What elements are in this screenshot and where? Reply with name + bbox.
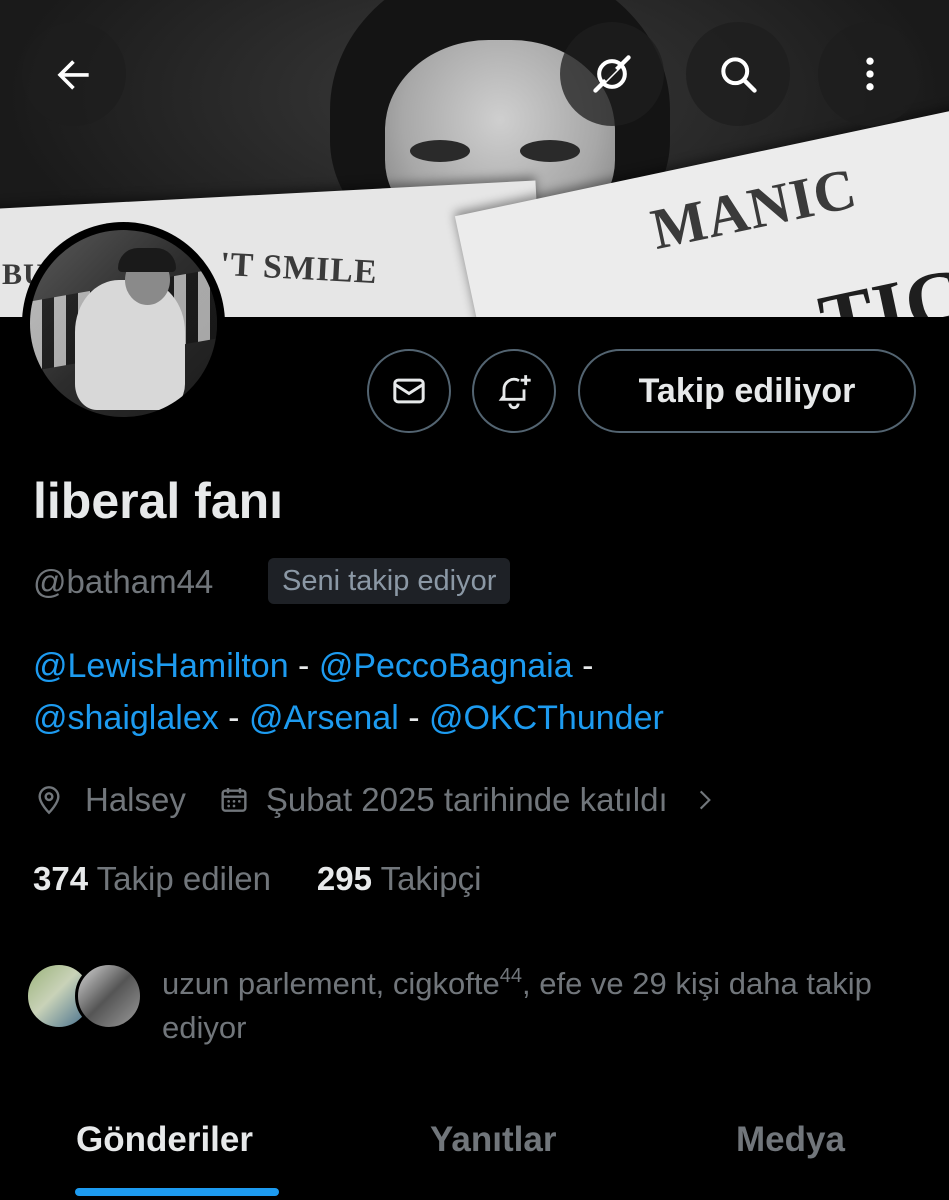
profile-location: Halsey (85, 781, 186, 818)
grok-button[interactable] (560, 22, 664, 126)
known-followers-names: uzun parlement, cigkofte (162, 966, 500, 1001)
search-button[interactable] (686, 22, 790, 126)
profile-meta[interactable]: Halsey Şubat 2025 tarihinde katıldı (33, 778, 718, 822)
bell-plus-icon (498, 375, 531, 410)
more-options-button[interactable] (818, 22, 922, 126)
profile-tabs: Gönderiler Yanıtlar Medya (0, 1100, 949, 1200)
bio-mention-link[interactable]: @OKCThunder (429, 699, 664, 737)
message-button[interactable] (367, 349, 451, 433)
joined-date: Şubat 2025 tarihinde katıldı (265, 781, 668, 818)
follows-you-badge: Seni takip ediyor (268, 558, 511, 604)
bio-mention-link[interactable]: @Arsenal (249, 699, 399, 737)
followers-count-link[interactable]: 295 Takipçi (317, 860, 482, 898)
calendar-icon (221, 788, 247, 812)
name-superscript: 44 (499, 965, 522, 987)
bio-mention-link[interactable]: @PeccoBagnaia (319, 647, 573, 685)
known-followers-text[interactable]: uzun parlement, cigkofte44, efe ve 29 ki… (162, 962, 922, 1050)
display-name: liberal fanı (33, 473, 284, 529)
bio-separator: - (288, 647, 319, 685)
bio-separator: - (572, 647, 594, 685)
profile-bio: @LewisHamilton - @PeccoBagnaia - @shaigl… (33, 640, 913, 744)
notifications-button[interactable] (472, 349, 556, 433)
followers-label: Takipçi (380, 860, 482, 897)
following-count: 374 (33, 860, 89, 897)
known-followers-avatars[interactable] (25, 962, 143, 1030)
tab-replies[interactable]: Yanıtlar (430, 1120, 556, 1160)
active-tab-indicator (75, 1188, 279, 1196)
chevron-right-icon (699, 790, 711, 810)
follow-stats: 374 Takip edilen 295 Takipçi (33, 860, 481, 898)
more-vertical-icon (866, 57, 874, 91)
envelope-icon (393, 378, 425, 404)
following-count-link[interactable]: 374 Takip edilen (33, 860, 271, 898)
location-pin-icon (38, 786, 60, 815)
following-label: Takip edilen (96, 860, 271, 897)
grok-icon (593, 55, 631, 93)
bio-mention-link[interactable]: @LewisHamilton (33, 647, 289, 685)
profile-avatar[interactable] (22, 222, 225, 425)
following-button[interactable]: Takip ediliyor (578, 349, 916, 433)
arrow-left-icon (57, 60, 89, 90)
username-handle: @batham44 (33, 563, 214, 600)
profile-page: MANIC 'T SMILE BU TIC Takip ediliyor lib… (0, 0, 949, 1200)
followers-count: 295 (316, 860, 372, 897)
search-icon (721, 57, 757, 93)
bio-separator: - (218, 699, 249, 737)
tab-media[interactable]: Medya (736, 1120, 845, 1160)
bio-mention-link[interactable]: @shaiglalex (33, 699, 219, 737)
avatar (75, 962, 143, 1030)
bio-separator: - (398, 699, 429, 737)
tab-posts[interactable]: Gönderiler (76, 1120, 253, 1160)
back-button[interactable] (22, 22, 126, 126)
